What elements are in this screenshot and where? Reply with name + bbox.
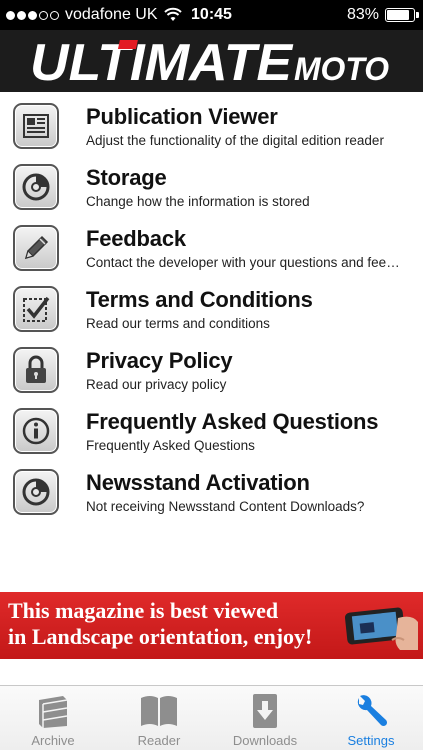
item-title: Storage	[86, 165, 167, 190]
item-subtitle: Contact the developer with your question…	[86, 255, 400, 270]
tab-settings[interactable]: Settings	[318, 686, 423, 750]
tab-reader[interactable]: Reader	[106, 686, 212, 750]
settings-item-newsstand[interactable]: Newsstand Activation Not receiving Newss…	[0, 458, 423, 518]
battery-icon	[385, 8, 419, 22]
settings-item-privacy[interactable]: Privacy Policy Read our privacy policy	[0, 336, 423, 396]
tab-bar: Archive Reader Downloads Settings	[0, 685, 423, 750]
battery-percent: 83%	[346, 6, 379, 23]
settings-item-terms[interactable]: Terms and Conditions Read our terms and …	[0, 275, 423, 335]
settings-item-publication-viewer[interactable]: Publication Viewer Adjust the functional…	[0, 92, 423, 152]
book-icon	[141, 696, 177, 726]
item-title: Privacy Policy	[86, 348, 233, 373]
item-subtitle: Frequently Asked Questions	[86, 438, 255, 453]
publication-viewer-icon	[13, 103, 59, 149]
item-title: Terms and Conditions	[86, 287, 313, 312]
item-subtitle: Change how the information is stored	[86, 194, 310, 209]
tab-archive[interactable]: Archive	[0, 686, 106, 750]
checklist-icon	[13, 286, 59, 332]
item-subtitle: Not receiving Newsstand Content Download…	[86, 499, 365, 514]
landscape-banner[interactable]: This magazine is best viewed in Landscap…	[0, 592, 423, 659]
tab-label: Settings	[347, 733, 395, 748]
info-icon	[13, 408, 59, 454]
tab-label: Downloads	[232, 733, 298, 748]
item-subtitle: Read our privacy policy	[86, 377, 227, 392]
settings-item-storage[interactable]: Storage Change how the information is st…	[0, 153, 423, 213]
archive-icon	[39, 696, 68, 728]
app-header: ULTIMATE MOTO	[0, 30, 423, 92]
item-title: Newsstand Activation	[86, 470, 310, 495]
tab-label: Archive	[31, 733, 75, 748]
status-right: 83%	[346, 0, 419, 30]
storage-icon	[13, 164, 59, 210]
item-subtitle: Read our terms and conditions	[86, 316, 270, 331]
logo-accent-mark	[117, 40, 138, 49]
banner-line-2: in Landscape orientation, enjoy!	[8, 624, 313, 649]
logo-main-text: ULTIMATE	[30, 34, 293, 92]
lock-icon	[13, 347, 59, 393]
tab-downloads[interactable]: Downloads	[212, 686, 318, 750]
download-icon	[253, 694, 277, 728]
item-subtitle: Adjust the functionality of the digital …	[86, 133, 384, 148]
hand-phone-icon	[344, 607, 418, 650]
wrench-icon	[357, 695, 388, 727]
tab-label: Reader	[137, 733, 181, 748]
settings-item-faq[interactable]: Frequently Asked Questions Frequently As…	[0, 397, 423, 457]
item-title: Publication Viewer	[86, 104, 278, 129]
banner-line-1: This magazine is best viewed	[8, 598, 279, 623]
status-bar: vodafone UK 10:45 83%	[0, 0, 423, 30]
settings-item-feedback[interactable]: Feedback Contact the developer with your…	[0, 214, 423, 274]
logo-sub-text: MOTO	[294, 51, 389, 87]
newsstand-icon	[13, 469, 59, 515]
item-title: Frequently Asked Questions	[86, 409, 379, 434]
pencil-icon	[13, 225, 59, 271]
ultimate-moto-logo: ULTIMATE MOTO	[0, 30, 423, 92]
item-title: Feedback	[86, 226, 186, 251]
